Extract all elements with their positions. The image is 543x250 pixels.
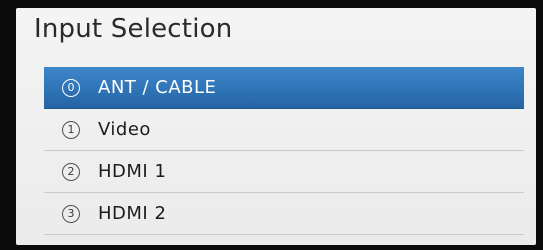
input-option-video[interactable]: 1 Video xyxy=(44,109,524,151)
input-list: 0 ANT / CABLE 1 Video 2 HDMI 1 3 HDMI 2 xyxy=(44,67,524,243)
number-3-icon: 3 xyxy=(62,204,80,223)
input-selection-menu: Input Selection 0 ANT / CABLE 1 Video 2 … xyxy=(16,8,536,245)
number-0-icon: 0 xyxy=(62,78,80,97)
input-option-label: HDMI 2 xyxy=(98,203,167,224)
input-option-hdmi-1[interactable]: 2 HDMI 1 xyxy=(44,151,524,193)
input-option-hdmi-2[interactable]: 3 HDMI 2 xyxy=(44,193,524,235)
input-option-label: ANT / CABLE xyxy=(98,77,217,98)
menu-title: Input Selection xyxy=(34,14,233,44)
input-option-label: Video xyxy=(98,119,151,140)
input-option-ant-cable[interactable]: 0 ANT / CABLE xyxy=(44,67,524,109)
input-option-label: HDMI 1 xyxy=(98,161,167,182)
number-1-icon: 1 xyxy=(62,120,80,139)
number-2-icon: 2 xyxy=(62,162,80,181)
screen-bezel: Input Selection 0 ANT / CABLE 1 Video 2 … xyxy=(0,0,543,250)
